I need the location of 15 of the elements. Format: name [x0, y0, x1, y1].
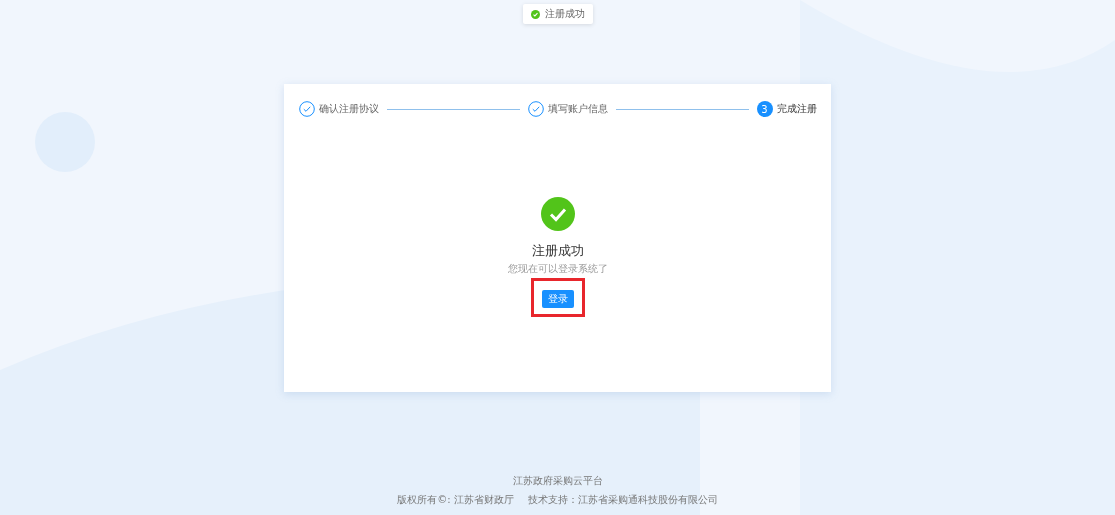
step-number: 3 — [756, 101, 773, 117]
check-icon — [530, 9, 540, 19]
footer-text: 江苏政府采购云平台 — [512, 474, 603, 488]
step-label: 确认注册协议 — [318, 102, 379, 116]
support-text: 技术支持：江苏省采购通科技股份有限公司 — [527, 493, 718, 507]
check-circle-icon — [527, 101, 544, 117]
success-check-icon — [540, 197, 575, 231]
result-title: 注册成功 — [531, 242, 584, 260]
copyright-text: 版权所有©: 江苏省财政厅 — [397, 493, 514, 507]
step-label: 完成注册 — [776, 102, 817, 116]
login-button[interactable]: 登录 — [541, 290, 574, 308]
toast-text: 注册成功 — [544, 7, 585, 21]
step-label: 填写账户信息 — [547, 102, 608, 116]
result-subtitle: 您现在可以登录系统了 — [507, 262, 608, 276]
check-circle-icon — [298, 101, 315, 117]
